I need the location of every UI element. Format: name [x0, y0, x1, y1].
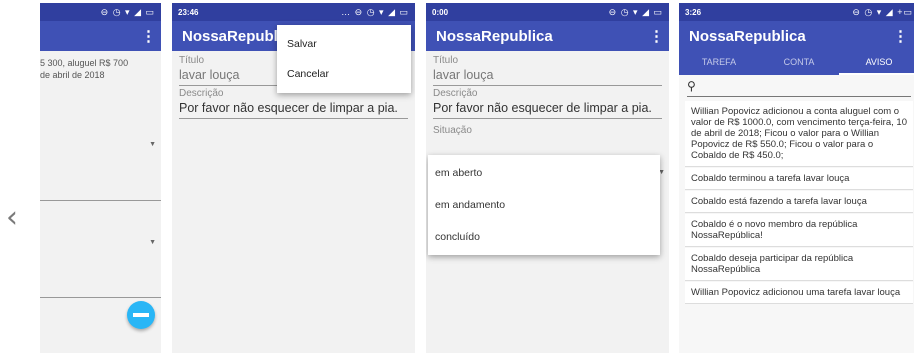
- field-underline: [40, 200, 161, 201]
- phone-screen-2: 23:46 … ⊖ ◷ ▾ ◢ ▭ NossaRepublica Título …: [172, 3, 415, 353]
- list-item[interactable]: Cobaldo terminou a tarefa lavar louça: [685, 168, 913, 190]
- option-em-andamento[interactable]: em andamento: [428, 189, 660, 221]
- tab-aviso[interactable]: AVISO: [839, 51, 914, 75]
- overflow-menu-icon[interactable]: ⋮: [893, 27, 908, 45]
- descricao-input[interactable]: Por favor não esquecer de limpar a pia.: [433, 99, 662, 119]
- remove-fab-button[interactable]: [127, 301, 155, 329]
- account-summary: 5 300, aluguel R$ 700 de abril de 2018: [40, 51, 161, 81]
- list-item[interactable]: Willian Popovicz adicionou uma tarefa la…: [685, 282, 913, 304]
- search-icon[interactable]: ⚲: [687, 79, 696, 93]
- status-icons: ⊖ ◷ ▾ ◢ +▭: [852, 6, 913, 17]
- phone-screen-3: 0:00 ⊖ ◷ ▾ ◢ ▭ NossaRepublica ⋮ Título l…: [426, 3, 669, 353]
- overflow-menu-icon[interactable]: ⋮: [649, 27, 664, 45]
- status-bar: 3:26 ⊖ ◷ ▾ ◢ +▭: [679, 3, 914, 21]
- dropdown-arrow-icon[interactable]: ▼: [149, 239, 156, 246]
- status-icons: … ⊖ ◷ ▾ ◢ ▭: [341, 6, 409, 17]
- clock: 23:46: [178, 7, 199, 17]
- phone-screen-4: 3:26 ⊖ ◷ ▾ ◢ +▭ NossaRepublica ⋮ TAREFA …: [679, 3, 914, 353]
- status-bar: 23:46 … ⊖ ◷ ▾ ◢ ▭: [172, 3, 415, 21]
- situacao-label: Situação: [433, 125, 472, 136]
- tab-conta[interactable]: CONTA: [759, 51, 839, 75]
- list-item[interactable]: Cobaldo deseja participar da república N…: [685, 248, 913, 281]
- previous-arrow-icon[interactable]: ‹: [6, 203, 26, 233]
- clock: 0:00: [432, 7, 449, 17]
- summary-line-1: 5 300, aluguel R$ 700: [40, 58, 129, 68]
- descricao-input[interactable]: Por favor não esquecer de limpar a pia.: [179, 99, 408, 119]
- app-bar: NossaRepublica ⋮: [426, 21, 669, 51]
- summary-line-2: de abril de 2018: [40, 70, 105, 80]
- search-input[interactable]: ⚲: [687, 77, 911, 97]
- descricao-label: Descrição: [433, 88, 478, 99]
- status-bar: ⊖ ◷ ▾ ◢ ▭: [40, 3, 161, 21]
- notice-feed: Willian Popovicz adicionou a conta alugu…: [679, 97, 914, 304]
- field-underline: [40, 297, 161, 298]
- tab-bar: TAREFA CONTA AVISO: [679, 51, 914, 75]
- option-em-aberto[interactable]: em aberto: [428, 157, 660, 189]
- list-item[interactable]: Cobaldo está fazendo a tarefa lavar louç…: [685, 191, 913, 213]
- menu-item-cancelar[interactable]: Cancelar: [277, 59, 411, 89]
- dropdown-arrow-icon[interactable]: ▼: [149, 141, 156, 148]
- situacao-dropdown: em aberto em andamento concluído: [428, 155, 660, 255]
- app-title: NossaRepublica: [689, 27, 806, 45]
- option-concluido[interactable]: concluído: [428, 221, 660, 253]
- app-title: NossaRepublica: [436, 27, 553, 45]
- overflow-menu-popup: Salvar Cancelar: [277, 25, 411, 93]
- status-bar: 0:00 ⊖ ◷ ▾ ◢ ▭: [426, 3, 669, 21]
- status-icons: ⊖ ◷ ▾ ◢ ▭: [100, 6, 155, 17]
- tab-tarefa[interactable]: TAREFA: [679, 51, 759, 75]
- titulo-input[interactable]: lavar louça: [433, 66, 662, 86]
- titulo-label: Título: [433, 55, 459, 66]
- list-item[interactable]: Willian Popovicz adicionou a conta alugu…: [685, 101, 913, 167]
- app-bar: ⋮: [40, 21, 161, 51]
- app-bar: NossaRepublica ⋮: [679, 21, 914, 51]
- task-form: Título lavar louça Descrição Por favor n…: [426, 51, 669, 138]
- phone-screen-1: ⊖ ◷ ▾ ◢ ▭ ⋮ 5 300, aluguel R$ 700 de abr…: [40, 3, 161, 353]
- menu-item-salvar[interactable]: Salvar: [277, 29, 411, 59]
- clock: 3:26: [685, 7, 702, 17]
- overflow-menu-icon[interactable]: ⋮: [141, 27, 156, 45]
- status-icons: ⊖ ◷ ▾ ◢ ▭: [608, 6, 663, 17]
- list-item[interactable]: Cobaldo é o novo membro da república Nos…: [685, 214, 913, 247]
